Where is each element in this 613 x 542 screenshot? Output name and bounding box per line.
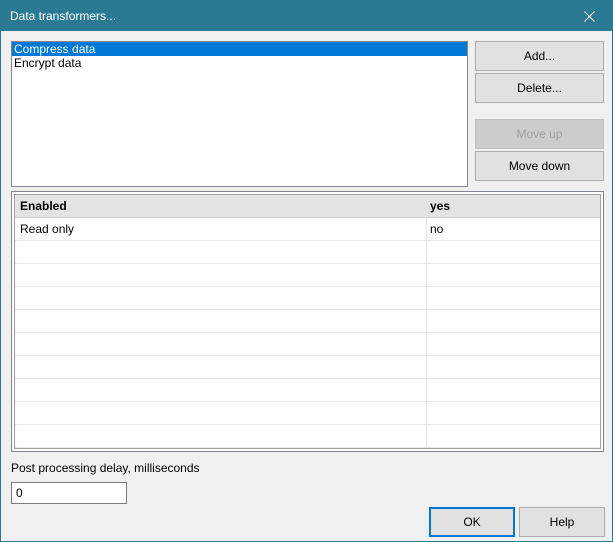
grid-row-empty — [15, 287, 600, 310]
grid-row-read-only[interactable]: Read only no — [15, 218, 600, 241]
grid-cell-name: Read only — [20, 222, 75, 236]
close-button[interactable] — [566, 1, 612, 31]
grid-row-empty — [15, 241, 600, 264]
grid-row-empty — [15, 310, 600, 333]
window-title: Data transformers... — [10, 9, 117, 23]
grid-row-empty — [15, 402, 600, 425]
grid-cell-value[interactable]: no — [430, 218, 590, 240]
grid-row-empty — [15, 379, 600, 402]
move-up-button[interactable]: Move up — [475, 119, 604, 149]
grid-header-value: yes — [430, 199, 451, 213]
move-down-button[interactable]: Move down — [475, 151, 604, 181]
help-button[interactable]: Help — [519, 507, 605, 537]
add-button[interactable]: Add... — [475, 41, 604, 71]
title-bar[interactable]: Data transformers... — [1, 1, 612, 31]
grid-row-empty — [15, 264, 600, 287]
dialog-window: Data transformers... Compress data Encry… — [0, 0, 613, 542]
delay-label: Post processing delay, milliseconds — [11, 461, 200, 475]
properties-grid-body: Enabled yes Read only no — [14, 194, 601, 449]
properties-grid: Enabled yes Read only no — [11, 191, 604, 452]
close-icon — [583, 10, 595, 22]
ok-button[interactable]: OK — [429, 507, 515, 537]
grid-row-empty — [15, 425, 600, 448]
delay-input[interactable] — [11, 482, 127, 504]
grid-row-empty — [15, 333, 600, 356]
grid-header-row[interactable]: Enabled yes — [15, 195, 600, 218]
transformers-list[interactable]: Compress data Encrypt data — [11, 41, 468, 187]
grid-header-name: Enabled — [20, 199, 67, 213]
delete-button[interactable]: Delete... — [475, 73, 604, 103]
list-item-encrypt-data[interactable]: Encrypt data — [12, 56, 467, 70]
list-item-compress-data[interactable]: Compress data — [12, 42, 467, 56]
grid-row-empty — [15, 356, 600, 379]
